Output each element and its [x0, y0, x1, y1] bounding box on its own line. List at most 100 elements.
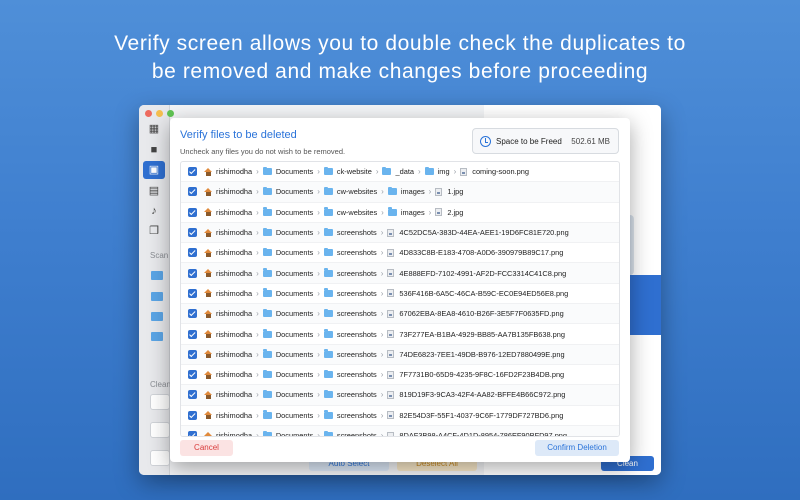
path-folder-segment: screenshots	[323, 227, 377, 237]
path-segment-label: rishimodha	[216, 207, 253, 217]
image-file-icon	[460, 167, 468, 176]
file-row[interactable]: rishimodha › Documents › screenshots › 4D833C8…	[181, 243, 619, 264]
file-checkbox[interactable]	[188, 228, 197, 238]
clean-option[interactable]	[150, 394, 170, 410]
path-folder-segment: Documents	[262, 288, 313, 298]
path-folder-segment: screenshots	[323, 308, 377, 318]
file-checkbox[interactable]	[188, 288, 197, 298]
path-folder-segment: Documents	[262, 186, 313, 196]
path-segment-label: screenshots	[336, 248, 377, 258]
chevron-right-icon: ›	[380, 431, 384, 437]
chevron-right-icon: ›	[375, 167, 379, 177]
folder-icon	[151, 292, 163, 301]
file-checkbox[interactable]	[188, 349, 197, 359]
file-checkbox[interactable]	[188, 167, 197, 177]
space-to-be-freed-box: Space to be Freed 502.61 MB	[472, 128, 619, 154]
path-segment-label: cw-websites	[336, 187, 378, 197]
file-checkbox[interactable]	[188, 248, 197, 258]
file-checkbox[interactable]	[188, 187, 197, 197]
folder-icon	[323, 227, 333, 237]
path-segment-label: Documents	[275, 329, 314, 339]
image-file-icon	[387, 269, 395, 278]
chevron-right-icon: ›	[317, 207, 320, 217]
zoom-window-button[interactable]	[167, 110, 174, 117]
home-icon	[204, 350, 212, 359]
file-checkbox[interactable]	[188, 207, 197, 217]
file-checkbox[interactable]	[188, 268, 197, 278]
file-checkbox[interactable]	[188, 431, 197, 436]
home-icon	[204, 370, 212, 379]
file-row[interactable]: rishimodha › Documents › screenshots › 73F277E…	[181, 324, 619, 345]
path-folder-segment: _data	[382, 166, 414, 177]
path-folder-segment: Documents	[262, 166, 313, 176]
file-row[interactable]: rishimodha › Documents › cw-websites › images ›…	[181, 203, 619, 223]
file-row[interactable]: rishimodha › Documents › screenshots › 67062EB…	[181, 304, 619, 325]
confirm-deletion-button[interactable]: Confirm Deletion	[535, 440, 619, 456]
folder-icon	[262, 288, 272, 297]
chevron-right-icon: ›	[256, 349, 259, 359]
file-row[interactable]: rishimodha › Documents › screenshots › 4E888EF…	[181, 263, 619, 284]
space-label: Space to be Freed	[496, 137, 562, 146]
minimize-window-button[interactable]	[156, 110, 163, 117]
home-icon	[204, 431, 212, 436]
folder-icon	[262, 268, 272, 277]
folder-icon	[262, 329, 272, 338]
folder-icon	[387, 186, 397, 196]
file-row[interactable]: rishimodha › Documents › screenshots › 74DE682…	[181, 344, 619, 365]
path-segment-label: images	[400, 207, 425, 217]
path-user-segment: rishimodha	[204, 228, 252, 237]
file-checkbox[interactable]	[188, 370, 197, 380]
file-list[interactable]: rishimodha › Documents › ck-website › _data › im…	[180, 161, 620, 437]
dialog-title: Verify files to be deleted	[180, 129, 297, 141]
file-row[interactable]: rishimodha › Documents › screenshots › 82E54D3…	[181, 406, 619, 426]
file-checkbox[interactable]	[188, 390, 197, 400]
file-row[interactable]: rishimodha › Documents › screenshots › 7F7731B…	[181, 365, 619, 386]
home-icon	[204, 248, 212, 257]
image-file-icon	[387, 228, 395, 237]
close-window-button[interactable]	[145, 110, 152, 117]
cancel-button[interactable]: Cancel	[180, 440, 233, 456]
file-row[interactable]: rishimodha › Documents › ck-website › _data › im…	[181, 162, 619, 183]
chevron-right-icon: ›	[317, 309, 320, 319]
path-segment-label: _data	[395, 167, 414, 177]
home-icon	[204, 167, 212, 176]
file-name: 73F277EA-B1BA-4929-BB85-AA7B135FB638.png	[399, 329, 566, 339]
home-icon	[204, 269, 212, 278]
chevron-right-icon: ›	[317, 288, 320, 298]
file-name: 67062EBA-8EA8-4610-B26F-3E5F7F0635FD.png	[399, 309, 564, 319]
path-folder-segment: images	[387, 207, 425, 217]
chevron-right-icon: ›	[380, 248, 384, 258]
home-icon	[204, 390, 212, 399]
path-folder-segment: Documents	[262, 247, 313, 257]
path-user-segment: rishimodha	[204, 411, 252, 420]
path-segment-label: rishimodha	[216, 431, 253, 437]
clean-option[interactable]	[150, 422, 170, 438]
chevron-right-icon: ›	[256, 410, 259, 420]
chevron-right-icon: ›	[380, 228, 384, 238]
headline-line-2: be removed and make changes before proce…	[151, 60, 649, 83]
chevron-right-icon: ›	[256, 329, 259, 339]
file-row[interactable]: rishimodha › Documents › cw-websites › images ›…	[181, 182, 619, 203]
chevron-right-icon: ›	[256, 370, 259, 380]
file-name: 4E888EFD-7102-4991-AF2D-FCC3314C41C8.png	[399, 268, 567, 278]
file-checkbox[interactable]	[188, 309, 197, 319]
file-row[interactable]: rishimodha › Documents › screenshots › 8DAF3B9…	[181, 425, 619, 437]
path-segment-label: cw-websites	[336, 207, 378, 217]
image-file-icon	[387, 390, 395, 399]
clock-icon	[480, 136, 491, 147]
path-folder-segment: img	[424, 166, 450, 176]
file-row[interactable]: rishimodha › Documents › screenshots › 536F416…	[181, 284, 619, 305]
path-segment-label: rishimodha	[216, 390, 253, 400]
file-name: 74DE6823-7EE1-49DB-B976-12ED7880499E.png	[399, 349, 565, 359]
path-user-segment: rishimodha	[204, 330, 252, 339]
path-segment-label: screenshots	[336, 349, 377, 359]
path-segment-label: rishimodha	[216, 349, 253, 359]
clean-option[interactable]	[150, 450, 170, 466]
chevron-right-icon: ›	[317, 228, 320, 238]
file-checkbox[interactable]	[188, 329, 197, 339]
file-row[interactable]: rishimodha › Documents › screenshots › 819D19F…	[181, 385, 619, 406]
file-checkbox[interactable]	[188, 410, 197, 420]
file-row[interactable]: rishimodha › Documents › screenshots › 4C52DC5…	[181, 222, 619, 244]
chevron-right-icon: ›	[256, 228, 259, 238]
home-icon	[204, 309, 212, 318]
